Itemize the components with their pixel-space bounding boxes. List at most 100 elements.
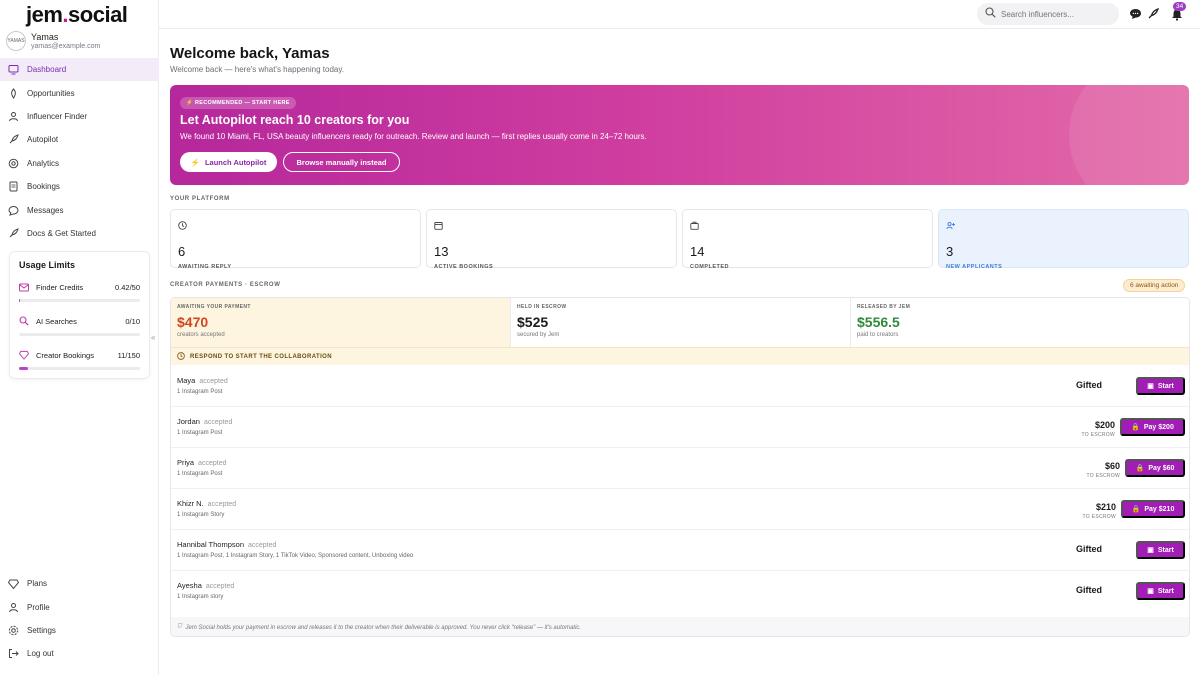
usage-fill-finder xyxy=(19,299,21,302)
platform-stats: 6 AWAITING REPLY 13 ACTIVE BOOKINGS 14 C… xyxy=(170,209,1190,270)
sidebar-item-messages[interactable]: Messages xyxy=(0,198,159,221)
opportunities-icon xyxy=(8,87,19,99)
escrow-panel: AWAITING YOUR PAYMENT $470 creators acce… xyxy=(170,297,1190,637)
pay-button[interactable]: 🔒 Pay $200 xyxy=(1120,418,1185,436)
stat-active-bookings[interactable]: 13 ACTIVE BOOKINGS xyxy=(426,209,677,270)
table-row: Maya accepted 1 Instagram Post Gifted ▣ St… xyxy=(171,366,1189,407)
sidebar-item-plans[interactable]: Plans xyxy=(0,572,159,595)
search-input[interactable] xyxy=(1001,9,1111,19)
hero-description: We found 10 Miami, FL, USA beauty influe… xyxy=(180,132,647,141)
start-button[interactable]: ▣ Start xyxy=(1136,582,1185,600)
clock-icon xyxy=(178,217,187,234)
gifted-label: Gifted xyxy=(1076,380,1102,390)
users-icon xyxy=(946,217,956,234)
usage-title: Usage Limits xyxy=(19,260,76,270)
gift-icon: ▣ xyxy=(1147,588,1154,595)
stat-completed[interactable]: 14 COMPLETED xyxy=(682,209,933,270)
avatar: YAMAS xyxy=(6,31,26,51)
price-label: $210 xyxy=(1095,502,1116,512)
stat-new-applicants[interactable]: 3 NEW APPLICANTS xyxy=(938,209,1189,270)
respond-banner: RESPOND TO START THE COLLABORATION xyxy=(171,347,1189,365)
escrow-summary: AWAITING YOUR PAYMENT $470 creators acce… xyxy=(171,298,1189,347)
usage-bar-ai xyxy=(19,333,140,336)
gifted-label: Gifted xyxy=(1076,585,1102,595)
start-button[interactable]: ▣ Start xyxy=(1136,377,1185,395)
platform-section-label: YOUR PLATFORM xyxy=(170,196,230,202)
awaiting-action-badge: 6 awaiting action xyxy=(1123,279,1186,292)
sidebar-item-autopilot[interactable]: Autopilot xyxy=(0,128,159,151)
clock-icon xyxy=(177,351,185,362)
search-box[interactable] xyxy=(977,3,1119,25)
gift-icon: ▣ xyxy=(1147,383,1154,390)
usage-finder-credits: Finder Credits 0.42/50 xyxy=(19,281,140,293)
usage-limits-card: Usage Limits Finder Credits 0.42/50 AI S… xyxy=(9,251,150,379)
lock-icon: 🔒 xyxy=(1135,465,1145,472)
sidebar: jem.social YAMAS Yamas yamas@example.com… xyxy=(0,0,159,675)
sidebar-item-settings[interactable]: Settings xyxy=(0,619,159,642)
sidebar-item-profile[interactable]: Profile xyxy=(0,595,159,618)
pay-button[interactable]: 🔒 Pay $60 xyxy=(1125,459,1185,477)
briefcase-icon xyxy=(690,217,699,234)
messages-icon xyxy=(8,205,19,216)
start-button[interactable]: ▣ Start xyxy=(1136,541,1185,559)
launch-autopilot-button[interactable]: ⚡ Launch Autopilot xyxy=(180,152,277,172)
mail-icon xyxy=(19,283,29,292)
bolt-icon: ⚡ xyxy=(190,157,200,167)
usage-creator-bookings: Creator Bookings 11/150 xyxy=(19,349,140,361)
bookings-icon xyxy=(8,181,19,192)
calendar-icon xyxy=(434,217,443,234)
lock-icon: 🔒 xyxy=(1131,506,1141,513)
notification-badge: 34 xyxy=(1173,2,1187,11)
gift-icon: ▣ xyxy=(1147,547,1154,554)
table-row: Ayesha accepted 1 Instagram story Gifted … xyxy=(171,571,1189,612)
price-sub-label: TO ESCROW xyxy=(1081,432,1115,438)
logout-icon xyxy=(8,648,19,659)
sidebar-item-logout[interactable]: Log out xyxy=(0,642,159,665)
escrow-held: HELD IN ESCROW $525 secured by Jem xyxy=(511,298,851,347)
user-name: Yamas xyxy=(31,32,59,42)
brand-logo[interactable]: jem.social xyxy=(26,2,128,28)
sidebar-nav: Dashboard Opportunities Influencer Finde… xyxy=(0,58,159,245)
pay-button[interactable]: 🔒 Pay $210 xyxy=(1121,500,1185,518)
sidebar-bottom-nav: Plans Profile Settings Log out xyxy=(0,572,159,666)
dashboard-icon xyxy=(8,64,19,75)
search-icon xyxy=(19,316,29,326)
diamond-icon xyxy=(8,578,19,589)
table-row: Hannibal Thompson accepted 1 Instagram Po… xyxy=(171,530,1189,571)
sidebar-item-docs[interactable]: Docs & Get Started xyxy=(0,222,159,245)
hero-title: Let Autopilot reach 10 creators for you xyxy=(180,113,410,127)
collapse-sidebar-icon[interactable]: « xyxy=(151,333,155,342)
analytics-icon xyxy=(8,158,19,169)
gear-icon xyxy=(8,625,19,636)
escrow-footnote: ⛉ Jem Social holds your payment in escro… xyxy=(171,617,1189,636)
page-title: Welcome back, Yamas xyxy=(170,45,330,62)
sidebar-item-opportunities[interactable]: Opportunities xyxy=(0,81,159,104)
diamond-icon xyxy=(19,350,29,360)
escrow-released: RELEASED BY JEM $556.5 paid to creators xyxy=(857,304,911,338)
stat-awaiting-reply[interactable]: 6 AWAITING REPLY xyxy=(170,209,421,270)
shield-icon: ⛉ xyxy=(177,624,182,630)
sidebar-item-influencer-finder[interactable]: Influencer Finder xyxy=(0,105,159,128)
sidebar-item-analytics[interactable]: Analytics xyxy=(0,152,159,175)
hero-tag: ⚡ RECOMMENDED — START HERE xyxy=(180,97,296,109)
sidebar-item-dashboard[interactable]: Dashboard xyxy=(0,58,159,82)
hero-decoration xyxy=(1069,85,1189,185)
gifted-label: Gifted xyxy=(1076,544,1102,554)
sidebar-item-bookings[interactable]: Bookings xyxy=(0,175,159,198)
page-subtitle: Welcome back — here's what's happening t… xyxy=(170,65,344,74)
table-row: Priya accepted 1 Instagram Post $60 TO ES… xyxy=(171,448,1189,489)
price-label: $200 xyxy=(1094,420,1115,430)
profile-icon xyxy=(8,602,19,613)
rocket-icon[interactable] xyxy=(1146,7,1160,21)
table-row: Khizr N. accepted 1 Instagram Story $210 … xyxy=(171,489,1189,530)
usage-bar-finder xyxy=(19,299,140,302)
escrow-awaiting-payment: AWAITING YOUR PAYMENT $470 creators acce… xyxy=(171,298,511,347)
price-sub-label: TO ESCROW xyxy=(1082,514,1116,520)
app-root: jem.social YAMAS Yamas yamas@example.com… xyxy=(0,0,1200,675)
autopilot-hero-banner: ⚡ RECOMMENDED — START HERE Let Autopilot… xyxy=(170,85,1189,185)
docs-icon xyxy=(8,228,19,239)
chat-icon[interactable] xyxy=(1128,7,1142,21)
escrow-section-label: CREATOR PAYMENTS · ESCROW xyxy=(170,282,281,288)
user-card[interactable]: YAMAS Yamas yamas@example.com xyxy=(6,31,100,51)
browse-manually-button[interactable]: Browse manually instead xyxy=(283,152,400,172)
